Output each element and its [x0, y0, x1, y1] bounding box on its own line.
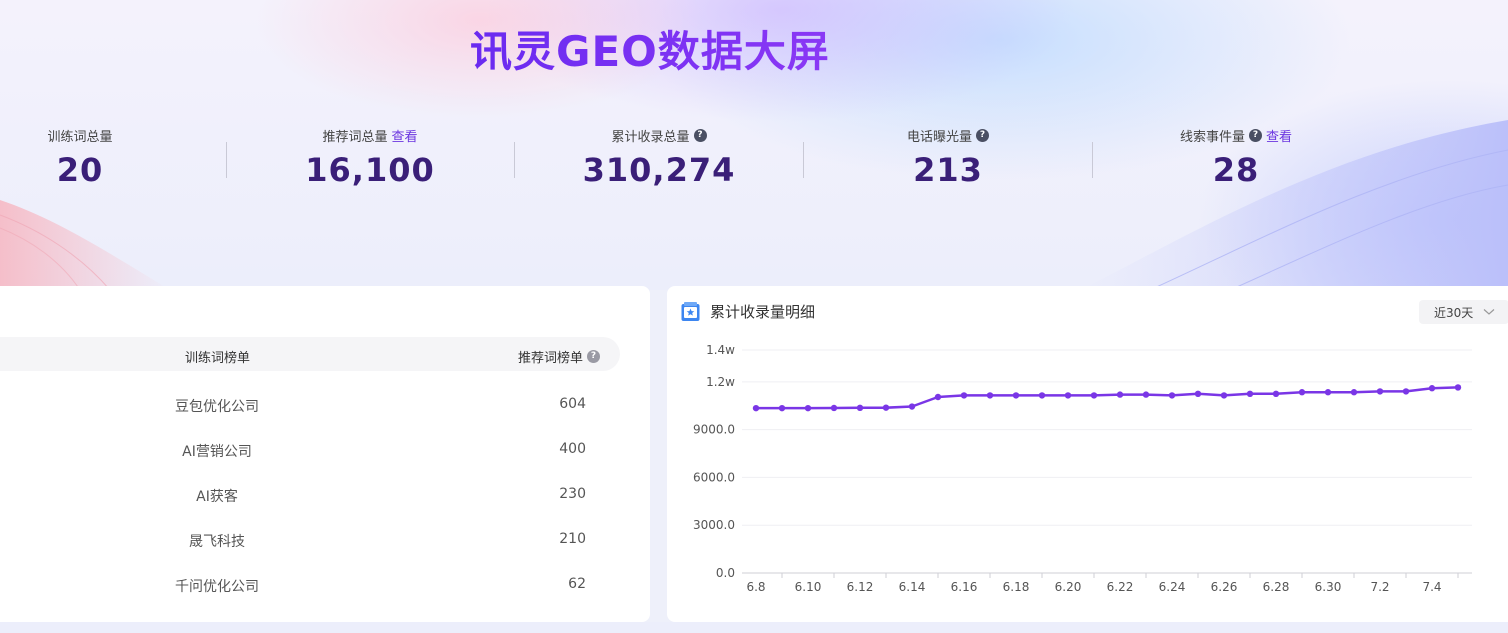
keyword-name: AI营销公司: [182, 444, 252, 460]
stat-divider: [803, 142, 804, 178]
stat-value: 213: [913, 151, 983, 189]
indexed-chart-panel: 累计收录量明细 近30天 0.0 3000.0 6000.0 9000.0 1.2w 1.…: [667, 286, 1508, 622]
y-tick-label: 3000.0: [693, 518, 735, 532]
data-point: [1402, 388, 1410, 395]
table-row: 千问优化公司 62: [0, 576, 620, 596]
y-tick-label: 1.4w: [706, 343, 735, 357]
training-words-column-header: 训练词榜单: [185, 351, 251, 366]
x-tick-label: 7.2: [1370, 580, 1389, 594]
y-tick-label: 9000.0: [693, 423, 735, 437]
data-point: [1142, 391, 1150, 398]
data-point: [1246, 390, 1254, 398]
data-point: [778, 404, 786, 412]
stat-label: 电话曝光量: [906, 130, 972, 145]
data-point: [986, 392, 994, 399]
table-row: 豆包优化公司 604: [0, 396, 620, 416]
keyword-count: 230: [559, 486, 586, 502]
stat-value: 28: [1212, 151, 1260, 189]
page-title: 讯灵GEO数据大屏: [470, 18, 830, 79]
x-tick-label: 6.24: [1159, 580, 1186, 594]
keyword-count: 62: [568, 576, 586, 592]
help-icon[interactable]: ?: [976, 129, 989, 142]
x-tick-label: 6.10: [795, 580, 822, 594]
help-icon[interactable]: ?: [587, 350, 601, 363]
keyword-count: 604: [559, 396, 586, 412]
x-tick-label: 6.18: [1003, 580, 1030, 594]
data-point: [1324, 389, 1332, 396]
data-point: [1012, 392, 1020, 399]
data-point: [908, 403, 916, 410]
stat-total-indexed: 累计收录总量 ? 310,274: [574, 126, 744, 189]
x-tick-label: 6.20: [1055, 580, 1082, 594]
y-tick-label: 0.0: [716, 566, 735, 580]
y-tick-label: 6000.0: [693, 470, 735, 484]
stat-divider: [226, 142, 227, 178]
data-point: [1220, 392, 1228, 399]
data-point: [1064, 392, 1072, 399]
view-leads-link[interactable]: 查看: [1266, 126, 1292, 145]
x-tick-label: 6.14: [899, 580, 926, 594]
stat-value: 310,274: [582, 151, 736, 189]
x-tick-label: 6.16: [951, 580, 978, 594]
data-point: [1090, 392, 1098, 399]
data-point: [1116, 391, 1124, 398]
data-point: [830, 404, 838, 412]
view-recommend-link[interactable]: 查看: [392, 126, 418, 145]
indexed-line-chart: 0.0 3000.0 6000.0 9000.0 1.2w 1.4w 6.8 6.10 6.12…: [693, 343, 1472, 594]
stat-label: 线索事件量: [1179, 130, 1245, 145]
data-point: [752, 404, 760, 412]
x-tick-label: 6.30: [1315, 580, 1342, 594]
data-point: [1454, 384, 1462, 391]
stat-value: 20: [56, 151, 104, 189]
keyword-name: 晟飞科技: [189, 534, 245, 550]
stat-label: 推荐词总量: [322, 130, 388, 145]
bottom-strip: [0, 622, 1508, 633]
data-point: [804, 404, 812, 412]
data-point: [1194, 390, 1202, 398]
keyword-name: 千问优化公司: [175, 579, 259, 595]
x-tick-label: 6.26: [1211, 580, 1238, 594]
keyword-name: 豆包优化公司: [175, 399, 259, 415]
data-point: [882, 404, 890, 411]
stat-phone-exposure: 电话曝光量 ? 213: [878, 126, 1018, 189]
stat-recommend-words: 推荐词总量 查看 16,100: [290, 126, 450, 189]
x-tick-label: 7.4: [1422, 580, 1441, 594]
stat-label: 训练词总量: [47, 130, 113, 145]
data-point: [1298, 389, 1306, 396]
data-point: [1272, 390, 1280, 398]
x-tick-label: 6.12: [847, 580, 874, 594]
table-row: 晟飞科技 210: [0, 531, 620, 551]
hero-banner: 讯灵GEO数据大屏 训练词总量 20 推荐词总量 查看 16,100 累计收录总…: [0, 0, 1508, 290]
keyword-count: 210: [559, 531, 586, 547]
y-tick-label: 1.2w: [706, 375, 735, 389]
ranking-header: 训练词榜单 推荐词榜单 ?: [0, 337, 620, 371]
data-point: [1376, 388, 1384, 395]
data-point: [934, 393, 942, 401]
table-row: AI营销公司 400: [0, 441, 620, 461]
table-row: AI获客 230: [0, 486, 620, 506]
stat-lead-events: 线索事件量 ? 查看 28: [1156, 126, 1316, 189]
x-tick-label: 6.8: [746, 580, 765, 594]
stat-divider: [514, 142, 515, 178]
stat-label: 累计收录总量: [611, 130, 690, 145]
recommend-words-column-header: 推荐词榜单: [518, 351, 584, 366]
stat-training-words: 训练词总量 20: [20, 126, 140, 189]
keyword-name: AI获客: [196, 489, 238, 505]
stat-value: 16,100: [305, 151, 435, 189]
x-tick-label: 6.22: [1107, 580, 1134, 594]
data-point: [960, 392, 968, 399]
data-point: [1168, 392, 1176, 399]
data-point: [1350, 389, 1358, 396]
x-tick-label: 6.28: [1263, 580, 1290, 594]
data-point: [856, 404, 864, 412]
stat-divider: [1092, 142, 1093, 178]
data-point: [1038, 392, 1046, 399]
keyword-count: 400: [559, 441, 586, 457]
data-point: [1428, 385, 1436, 392]
help-icon[interactable]: ?: [693, 129, 707, 142]
ranking-panel: 训练词榜单 推荐词榜单 ? 豆包优化公司 604 AI营销公司 400 AI获客…: [0, 286, 650, 622]
help-icon[interactable]: ?: [1249, 129, 1262, 142]
